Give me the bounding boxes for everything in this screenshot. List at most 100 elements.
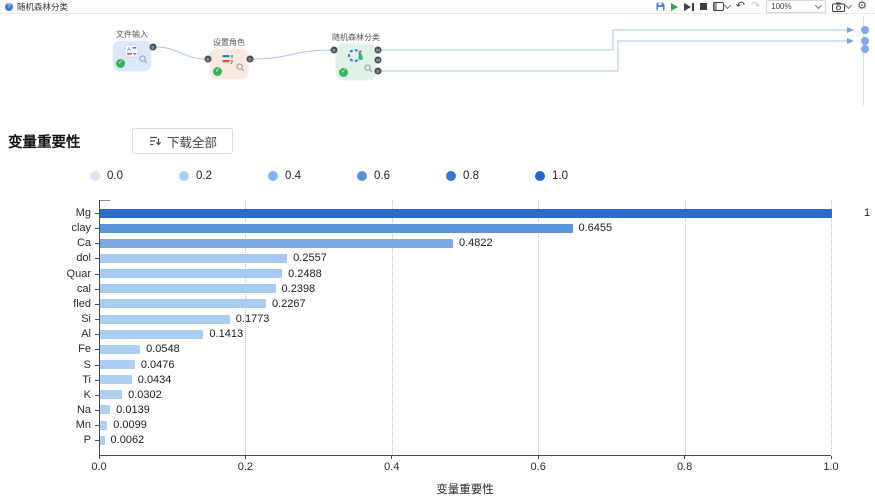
- output-port[interactable]: D: [375, 68, 382, 75]
- preview-magnifier-icon[interactable]: [236, 59, 245, 77]
- canvas-output-port[interactable]: [861, 26, 869, 34]
- legend-color-dot: [90, 171, 100, 181]
- bar-Ca: [100, 239, 453, 248]
- settings-icon[interactable]: ⚙: [857, 1, 867, 12]
- y-tick: [95, 349, 99, 350]
- bar-value-label: 0.6455: [579, 222, 613, 234]
- preview-magnifier-icon[interactable]: [139, 51, 148, 69]
- x-tick: [831, 456, 832, 459]
- y-tick: [95, 228, 99, 229]
- document-tab[interactable]: ? 随机森林分类: [5, 0, 68, 13]
- y-tick: [95, 440, 99, 441]
- x-tick-label: 0.8: [665, 461, 705, 473]
- y-tick-label: S: [31, 359, 91, 371]
- node-label: 随机森林分类: [332, 32, 380, 43]
- y-tick-label: clay: [31, 222, 91, 234]
- y-tick-label: P: [31, 434, 91, 446]
- preview-magnifier-icon[interactable]: [364, 60, 373, 78]
- y-tick: [95, 395, 99, 396]
- y-tick-label: Si: [31, 313, 91, 325]
- x-tick-label: 1.0: [811, 461, 851, 473]
- stop-icon[interactable]: [700, 3, 707, 10]
- undo-icon[interactable]: ↶: [736, 1, 745, 12]
- legend-color-dot: [268, 171, 278, 181]
- y-tick: [95, 365, 99, 366]
- canvas-output-port[interactable]: [861, 37, 869, 45]
- y-tick-label: K: [31, 389, 91, 401]
- chevron-down-icon: [845, 2, 852, 9]
- redo-icon[interactable]: ↷: [751, 1, 760, 12]
- download-all-button[interactable]: 下载全部: [132, 128, 233, 154]
- svg-text:A: A: [127, 48, 131, 54]
- bar-value-label: 1: [864, 207, 870, 219]
- bar-value-label: 0.1413: [209, 328, 243, 340]
- legend-color-dot: [535, 171, 545, 181]
- layout-panel-icon[interactable]: [713, 2, 730, 11]
- bar-K: [100, 390, 122, 399]
- y-tick-label: Na: [31, 404, 91, 416]
- bar-Ti: [100, 375, 132, 384]
- bar-value-label: 0.0302: [128, 389, 162, 401]
- y-tick: [95, 425, 99, 426]
- bar-value-label: 0.2398: [282, 283, 316, 295]
- legend-label: 0.2: [196, 170, 212, 182]
- bar-value-label: 0.4822: [459, 237, 493, 249]
- bar-Si: [100, 315, 230, 324]
- y-tick-label: fled: [31, 298, 91, 310]
- y-tick: [95, 274, 99, 275]
- legend-label: 0.0: [107, 170, 123, 182]
- status-check-icon: ✓: [339, 68, 348, 77]
- x-tick-label: 0.2: [225, 461, 265, 473]
- section-title: 变量重要性: [8, 131, 81, 152]
- legend-label: 0.8: [463, 170, 479, 182]
- canvas-output-port[interactable]: [861, 45, 869, 53]
- node-set-role[interactable]: xy✓: [210, 49, 248, 79]
- x-tick: [391, 456, 392, 459]
- y-tick: [95, 258, 99, 259]
- input-port[interactable]: D: [205, 56, 212, 63]
- titlebar: ? 随机森林分类 ↶ ↷ 100% ⚙: [0, 0, 875, 14]
- input-port[interactable]: D: [331, 47, 338, 54]
- legend-color-dot: [357, 171, 367, 181]
- bar-Al: [100, 330, 203, 339]
- run-icon[interactable]: [671, 3, 678, 11]
- y-tick-label: Fe: [31, 343, 91, 355]
- bar-clay: [100, 224, 573, 233]
- zoom-level-select[interactable]: 100%: [766, 0, 826, 13]
- set-role-icon: xy: [221, 52, 238, 71]
- application-window: ? 随机森林分类 ↶ ↷ 100% ⚙: [0, 0, 875, 503]
- zoom-level-value: 100%: [771, 2, 791, 11]
- x-tick: [99, 456, 100, 459]
- output-port[interactable]: M: [375, 47, 382, 54]
- status-check-icon: ✓: [116, 59, 125, 68]
- legend-label: 0.4: [285, 170, 301, 182]
- x-axis-line: [99, 455, 831, 456]
- bar-Na: [100, 405, 110, 414]
- node-label: 设置角色: [213, 37, 245, 48]
- toolbar: ↶ ↷ 100% ⚙: [656, 0, 867, 13]
- x-tick: [245, 456, 246, 459]
- workflow-icon: ?: [5, 3, 13, 11]
- y-tick: [95, 410, 99, 411]
- output-port[interactable]: D: [247, 56, 254, 63]
- chevron-down-icon: [815, 2, 822, 9]
- y-tick: [95, 334, 99, 335]
- screenshot-icon[interactable]: [832, 2, 851, 12]
- y-tick: [95, 213, 99, 214]
- output-port[interactable]: D: [150, 44, 157, 51]
- random-forest-icon: [347, 47, 366, 69]
- node-random-forest[interactable]: ✓: [336, 44, 376, 80]
- run-to-icon[interactable]: [684, 3, 694, 11]
- y-tick-label: Al: [31, 328, 91, 340]
- gridline: [831, 200, 832, 455]
- y-tick: [95, 243, 99, 244]
- legend-item: 0.2: [179, 170, 268, 182]
- node-file-input[interactable]: A✓: [113, 41, 151, 71]
- legend-color-dot: [179, 171, 189, 181]
- bar-value-label: 0.0099: [113, 419, 147, 431]
- save-icon[interactable]: [656, 2, 665, 11]
- output-port[interactable]: M: [375, 57, 382, 64]
- workflow-canvas[interactable]: A✓文件输入Dxy✓设置角色DD✓随机森林分类DMMD: [0, 13, 875, 123]
- download-all-label: 下载全部: [167, 132, 217, 151]
- y-tick-label: Quar: [31, 268, 91, 280]
